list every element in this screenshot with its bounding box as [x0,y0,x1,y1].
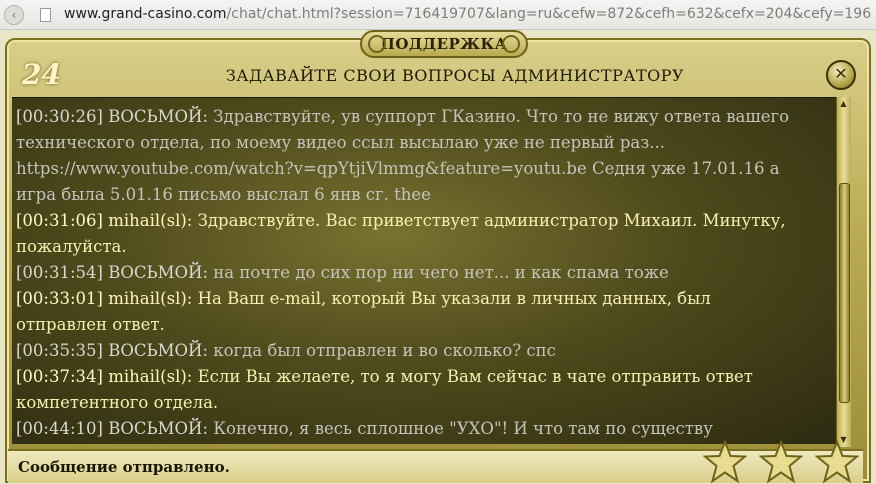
window-title-tab: ПОДДЕРЖКА [360,30,528,58]
message-text: Конечно, я весь сплошное "УХО"! И что та… [213,419,713,438]
browser-address-bar: ‹ www.grand-casino.com/chat/chat.html?se… [0,0,876,30]
url-path: /chat/chat.html?session=716419707&lang=r… [226,6,872,22]
message-author: ВОСЬМОЙ: [108,107,208,126]
window-subtitle: ЗАДАВАЙТЕ СВОИ ВОПРОСЫ АДМИНИСТРАТОРУ [225,66,685,85]
user-message: [00:31:54] ВОСЬМОЙ: на почте до сих пор … [16,260,806,286]
status-text: Сообщение отправлено. [18,458,230,476]
admin-message: [00:33:01] mihail(sl): На Ваш e-mail, ко… [16,286,806,338]
message-text: на почте до сих пор ни чего нет... и как… [213,263,669,282]
admin-message: [00:31:06] mihail(sl): Здравствуйте. Вас… [16,208,806,260]
star-icon[interactable] [703,440,747,484]
user-message: [00:35:35] ВОСЬМОЙ: когда был отправлен … [16,338,806,364]
message-author: ВОСЬМОЙ: [108,419,208,438]
admin-message: [00:37:34] mihail(sl): Если Вы желаете, … [16,364,806,416]
message-author: mihail(sl): [108,367,193,386]
page-icon [40,8,51,22]
message-author: ВОСЬМОЙ: [108,341,208,360]
message-list: [00:30:26] ВОСЬМОЙ: Здравствуйте, ув суп… [16,104,806,442]
chat-log[interactable]: [00:30:26] ВОСЬМОЙ: Здравствуйте, ув суп… [12,97,850,444]
close-button[interactable]: ✕ [826,60,856,90]
message-author: mihail(sl): [108,289,193,308]
url-field[interactable]: www.grand-casino.com/chat/chat.html?sess… [64,6,871,22]
message-author: mihail(sl): [108,211,193,230]
message-timestamp: [00:33:01] [16,289,103,308]
message-timestamp: [00:44:10] [16,419,103,438]
scroll-up-icon[interactable]: ▲ [838,99,849,109]
url-host: www.grand-casino.com [64,6,227,22]
message-timestamp: [00:31:06] [16,211,103,230]
user-message: [00:44:10] ВОСЬМОЙ: Конечно, я весь спло… [16,416,806,442]
star-icon[interactable] [759,440,803,484]
window-title: ПОДДЕРЖКА [380,35,508,53]
user-message: [00:30:26] ВОСЬМОЙ: Здравствуйте, ув суп… [16,104,806,208]
message-author: ВОСЬМОЙ: [108,263,208,282]
scroll-ornament-right-icon [502,35,520,53]
scrollbar-thumb[interactable] [839,183,850,403]
message-text: когда был отправлен и во сколько? спс [213,341,556,360]
message-timestamp: [00:35:35] [16,341,103,360]
casino-logo: 24 [22,58,61,91]
message-timestamp: [00:30:26] [16,107,103,126]
star-icon[interactable] [815,440,859,484]
scroll-ornament-left-icon [368,35,386,53]
message-timestamp: [00:31:54] [16,263,103,282]
chat-scrollbar[interactable]: ▲ ▼ [836,97,851,447]
message-timestamp: [00:37:34] [16,367,103,386]
back-button[interactable]: ‹ [4,5,24,25]
